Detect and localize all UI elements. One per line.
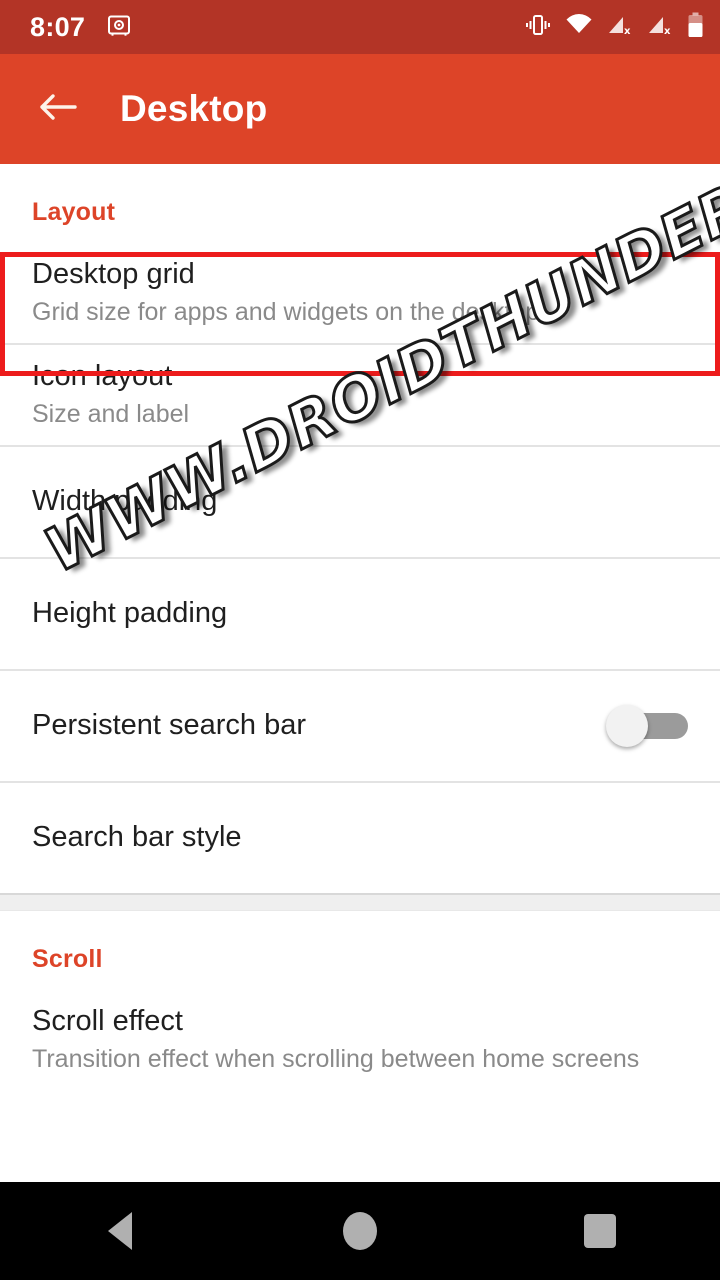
nav-back-button[interactable] <box>60 1182 180 1280</box>
vibrate-icon <box>525 13 551 42</box>
recents-square-icon <box>584 1214 616 1248</box>
settings-row-desktop-grid[interactable]: Desktop grid Grid size for apps and widg… <box>0 243 720 343</box>
back-arrow-icon <box>37 90 79 129</box>
svg-text:x: x <box>664 26 671 36</box>
nav-home-button[interactable] <box>300 1182 420 1280</box>
cellular-no-sim-1-icon: x <box>607 14 633 41</box>
row-title: Search bar style <box>32 821 242 854</box>
row-texts: Width padding <box>32 485 218 518</box>
battery-icon <box>687 12 704 43</box>
row-texts: Scroll effect Transition effect when scr… <box>32 1005 640 1074</box>
back-triangle-icon <box>108 1212 132 1250</box>
nav-recents-button[interactable] <box>540 1182 660 1280</box>
app-bar: Desktop <box>0 54 720 164</box>
row-texts: Persistent search bar <box>32 709 307 742</box>
status-clock: 8:07 <box>30 11 86 42</box>
settings-row-icon-layout[interactable]: Icon layout Size and label <box>0 345 720 445</box>
wifi-icon <box>565 13 593 41</box>
row-subtitle: Size and label <box>32 400 190 429</box>
row-title: Scroll effect <box>32 1005 183 1038</box>
settings-row-width-padding[interactable]: Width padding <box>0 447 720 557</box>
phone-screen: 8:07 x x Desktop Layout Desktop grid Gri… <box>0 0 720 1280</box>
android-navigation-bar <box>0 1182 720 1280</box>
settings-row-persistent-search-bar[interactable]: Persistent search bar <box>0 671 720 781</box>
settings-row-scroll-effect[interactable]: Scroll effect Transition effect when scr… <box>0 990 720 1090</box>
section-header-layout: Layout <box>32 198 116 226</box>
settings-row-search-bar-style[interactable]: Search bar style <box>0 783 720 893</box>
row-title: Desktop grid <box>32 258 195 291</box>
row-subtitle: Grid size for apps and widgets on the de… <box>32 298 540 327</box>
screenshot-safe-icon <box>107 13 131 42</box>
page-title: Desktop <box>120 88 268 129</box>
back-button[interactable] <box>30 81 86 137</box>
status-bar: 8:07 x x <box>0 0 720 54</box>
status-bar-right: x x <box>525 12 704 43</box>
cellular-no-sim-2-icon: x <box>647 14 673 41</box>
settings-row-height-padding[interactable]: Height padding <box>0 559 720 669</box>
toggle-thumb <box>606 705 648 747</box>
home-circle-icon <box>343 1212 377 1250</box>
row-title: Width padding <box>32 485 218 518</box>
persistent-search-bar-toggle[interactable] <box>606 703 688 749</box>
section-header-scroll: Scroll <box>32 945 103 973</box>
section-separator <box>0 893 720 911</box>
row-title: Persistent search bar <box>32 709 307 742</box>
row-texts: Icon layout Size and label <box>32 360 190 429</box>
row-subtitle: Transition effect when scrolling between… <box>32 1045 640 1074</box>
row-texts: Height padding <box>32 597 228 630</box>
row-texts: Desktop grid Grid size for apps and widg… <box>32 258 540 327</box>
settings-list[interactable]: Layout Desktop grid Grid size for apps a… <box>0 164 720 1182</box>
row-texts: Search bar style <box>32 821 242 854</box>
svg-text:x: x <box>624 26 631 36</box>
status-bar-left: 8:07 <box>30 13 131 42</box>
row-title: Icon layout <box>32 360 173 393</box>
row-title: Height padding <box>32 597 228 630</box>
